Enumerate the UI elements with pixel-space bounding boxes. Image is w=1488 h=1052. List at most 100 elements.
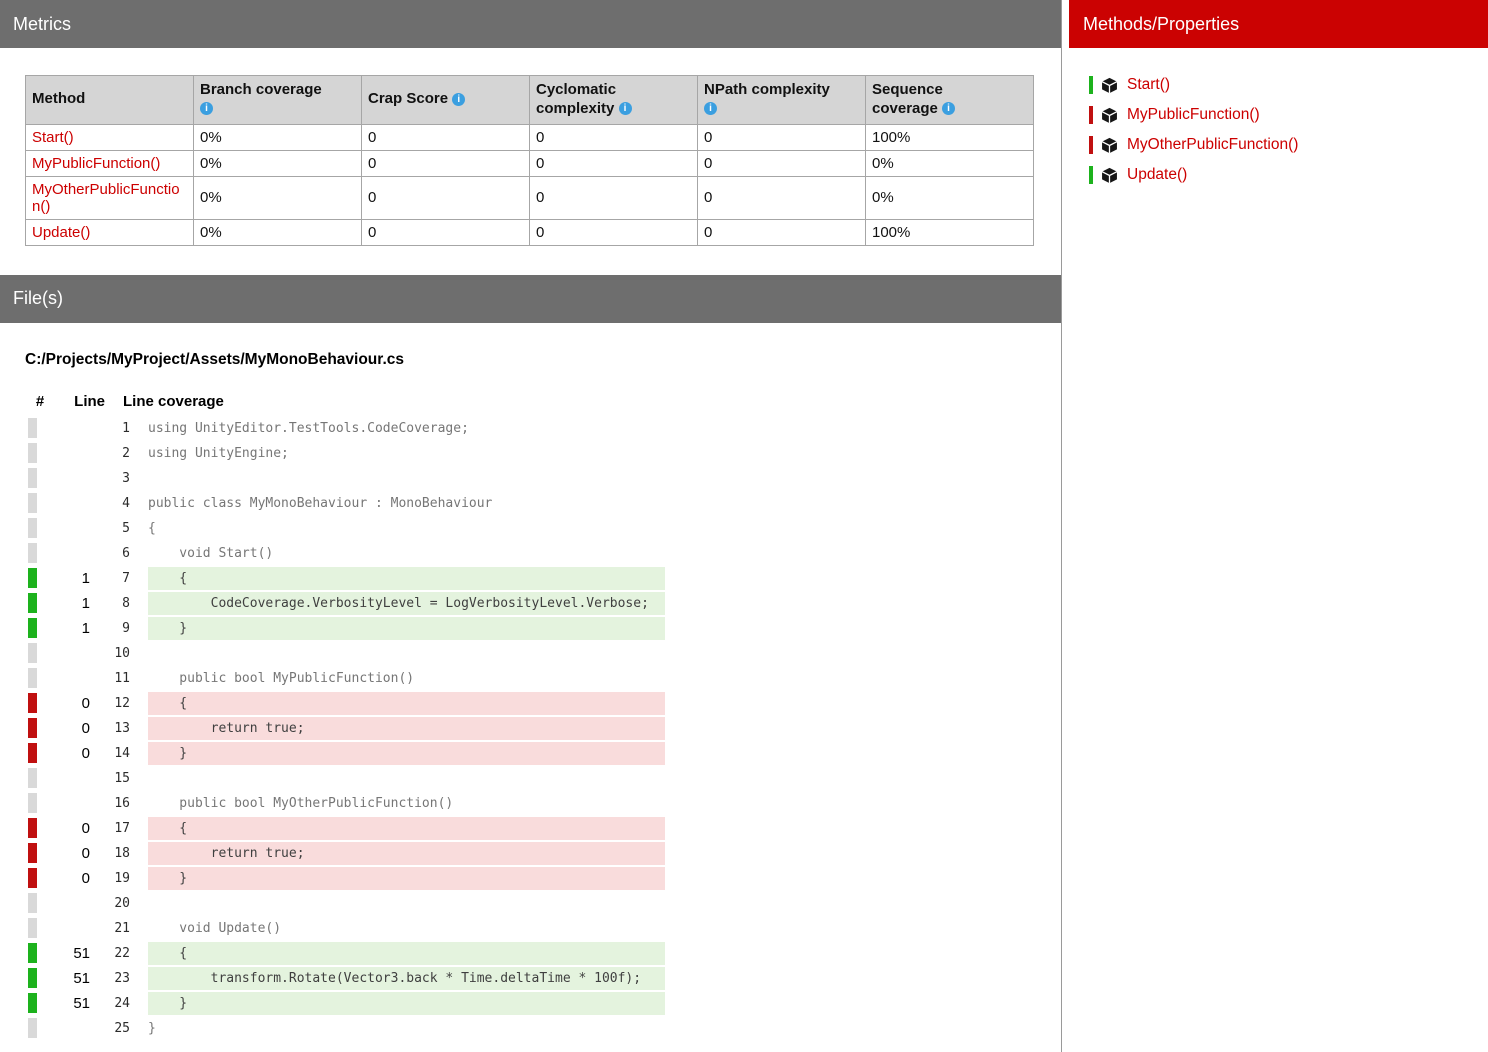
method-link-start[interactable]: Start()	[32, 129, 74, 146]
line-column-header: Line	[55, 393, 105, 410]
cube-icon	[1101, 107, 1118, 124]
code-line: 014 }	[25, 741, 1061, 766]
coverage-bar	[1089, 166, 1093, 184]
npath-value: 0	[698, 176, 866, 219]
coverage-indicator	[28, 443, 37, 463]
method-link-myotherpublicfunction[interactable]: MyOtherPublicFunction()	[32, 181, 180, 215]
coverage-indicator	[28, 868, 37, 888]
file-path: C:/Projects/MyProject/Assets/MyMonoBehav…	[25, 351, 1061, 369]
code-line: 17 {	[25, 566, 1061, 591]
coverage-indicator	[28, 943, 37, 963]
cyclomatic-value: 0	[530, 124, 698, 150]
coverage-indicator	[28, 568, 37, 588]
cyclomatic-value: 0	[530, 176, 698, 219]
info-icon[interactable]: i	[619, 102, 632, 115]
main-content: Metrics Method Branch coverage i Crap Sc…	[0, 0, 1061, 1052]
metrics-row-myotherpublicfunction: MyOtherPublicFunction() 0% 0 0 0 0%	[26, 176, 1034, 219]
code-line: 11 public bool MyPublicFunction()	[25, 666, 1061, 691]
info-icon[interactable]: i	[200, 102, 213, 115]
cube-icon	[1101, 77, 1118, 94]
sidebar-link-start[interactable]: Start()	[1127, 76, 1170, 94]
coverage-indicator	[28, 793, 37, 813]
metrics-row-start: Start() 0% 0 0 0 100%	[26, 124, 1034, 150]
metrics-header-row: Method Branch coverage i Crap Score i Cy…	[26, 76, 1034, 125]
info-icon[interactable]: i	[452, 93, 465, 106]
crap-value: 0	[362, 219, 530, 245]
code-line: 25}	[25, 1016, 1061, 1041]
code-line: 6 void Start()	[25, 541, 1061, 566]
coverage-bar	[1089, 106, 1093, 124]
coverage-indicator	[28, 618, 37, 638]
coverage-indicator	[28, 693, 37, 713]
coverage-indicator	[28, 918, 37, 938]
coverage-indicator	[28, 718, 37, 738]
coverage-indicator	[28, 668, 37, 688]
crap-value: 0	[362, 176, 530, 219]
code-line: 18 CodeCoverage.VerbosityLevel = LogVerb…	[25, 591, 1061, 616]
info-icon[interactable]: i	[704, 102, 717, 115]
code-line: 012 {	[25, 691, 1061, 716]
metrics-title: Metrics	[13, 14, 71, 35]
info-icon[interactable]: i	[942, 102, 955, 115]
line-coverage-column-header: Line coverage	[123, 393, 224, 410]
code-line: 20	[25, 891, 1061, 916]
crap-value: 0	[362, 124, 530, 150]
hash-column-header: #	[25, 393, 55, 410]
coverage-indicator	[28, 543, 37, 563]
method-link-update[interactable]: Update()	[32, 224, 90, 241]
cyclomatic-value: 0	[530, 150, 698, 176]
npath-value: 0	[698, 124, 866, 150]
branch-value: 0%	[194, 176, 362, 219]
code-coverage-table: # Line Line coverage 1using UnityEditor.…	[25, 393, 1061, 1041]
sequence-value: 100%	[866, 124, 1034, 150]
column-method: Method	[26, 76, 194, 125]
coverage-indicator	[28, 768, 37, 788]
methods-sidebar: Methods/Properties Start() MyPublicFunct…	[1061, 0, 1488, 1052]
coverage-indicator	[28, 468, 37, 488]
code-line: 013 return true;	[25, 716, 1061, 741]
code-line: 10	[25, 641, 1061, 666]
coverage-indicator	[28, 993, 37, 1013]
sidebar-item-myotherpublicfunction: MyOtherPublicFunction()	[1089, 130, 1488, 160]
code-line: 018 return true;	[25, 841, 1061, 866]
code-line: 4public class MyMonoBehaviour : MonoBeha…	[25, 491, 1061, 516]
coverage-indicator	[28, 418, 37, 438]
code-line: 5122 {	[25, 941, 1061, 966]
coverage-bar	[1089, 76, 1093, 94]
methods-list: Start() MyPublicFunction() MyOtherPublic…	[1069, 70, 1488, 190]
sequence-value: 0%	[866, 150, 1034, 176]
coverage-indicator	[28, 893, 37, 913]
code-line: 3	[25, 466, 1061, 491]
crap-value: 0	[362, 150, 530, 176]
coverage-indicator	[28, 643, 37, 663]
column-crap-score: Crap Score i	[362, 76, 530, 125]
metrics-row-mypublicfunction: MyPublicFunction() 0% 0 0 0 0%	[26, 150, 1034, 176]
code-table-header: # Line Line coverage	[25, 393, 1061, 410]
coverage-indicator	[28, 818, 37, 838]
coverage-indicator	[28, 843, 37, 863]
code-line: 017 {	[25, 816, 1061, 841]
metrics-row-update: Update() 0% 0 0 0 100%	[26, 219, 1034, 245]
method-link-mypublicfunction[interactable]: MyPublicFunction()	[32, 155, 160, 172]
cyclomatic-value: 0	[530, 219, 698, 245]
sidebar-link-mypublicfunction[interactable]: MyPublicFunction()	[1127, 106, 1260, 124]
branch-value: 0%	[194, 150, 362, 176]
code-line: 5{	[25, 516, 1061, 541]
sidebar-item-update: Update()	[1089, 160, 1488, 190]
column-npath-complexity: NPath complexity i	[698, 76, 866, 125]
methods-properties-header: Methods/Properties	[1069, 0, 1488, 48]
methods-properties-title: Methods/Properties	[1083, 14, 1239, 35]
npath-value: 0	[698, 219, 866, 245]
metrics-table-wrap: Method Branch coverage i Crap Score i Cy…	[25, 75, 1035, 246]
files-section-header: File(s)	[0, 275, 1061, 323]
sidebar-link-myotherpublicfunction[interactable]: MyOtherPublicFunction()	[1127, 136, 1298, 154]
code-line: 019 }	[25, 866, 1061, 891]
cube-icon	[1101, 167, 1118, 184]
metrics-table: Method Branch coverage i Crap Score i Cy…	[25, 75, 1034, 246]
sidebar-link-update[interactable]: Update()	[1127, 166, 1187, 184]
page: Metrics Method Branch coverage i Crap Sc…	[0, 0, 1488, 1052]
files-title: File(s)	[13, 288, 63, 309]
coverage-bar	[1089, 136, 1093, 154]
sidebar-item-start: Start()	[1089, 70, 1488, 100]
coverage-indicator	[28, 743, 37, 763]
